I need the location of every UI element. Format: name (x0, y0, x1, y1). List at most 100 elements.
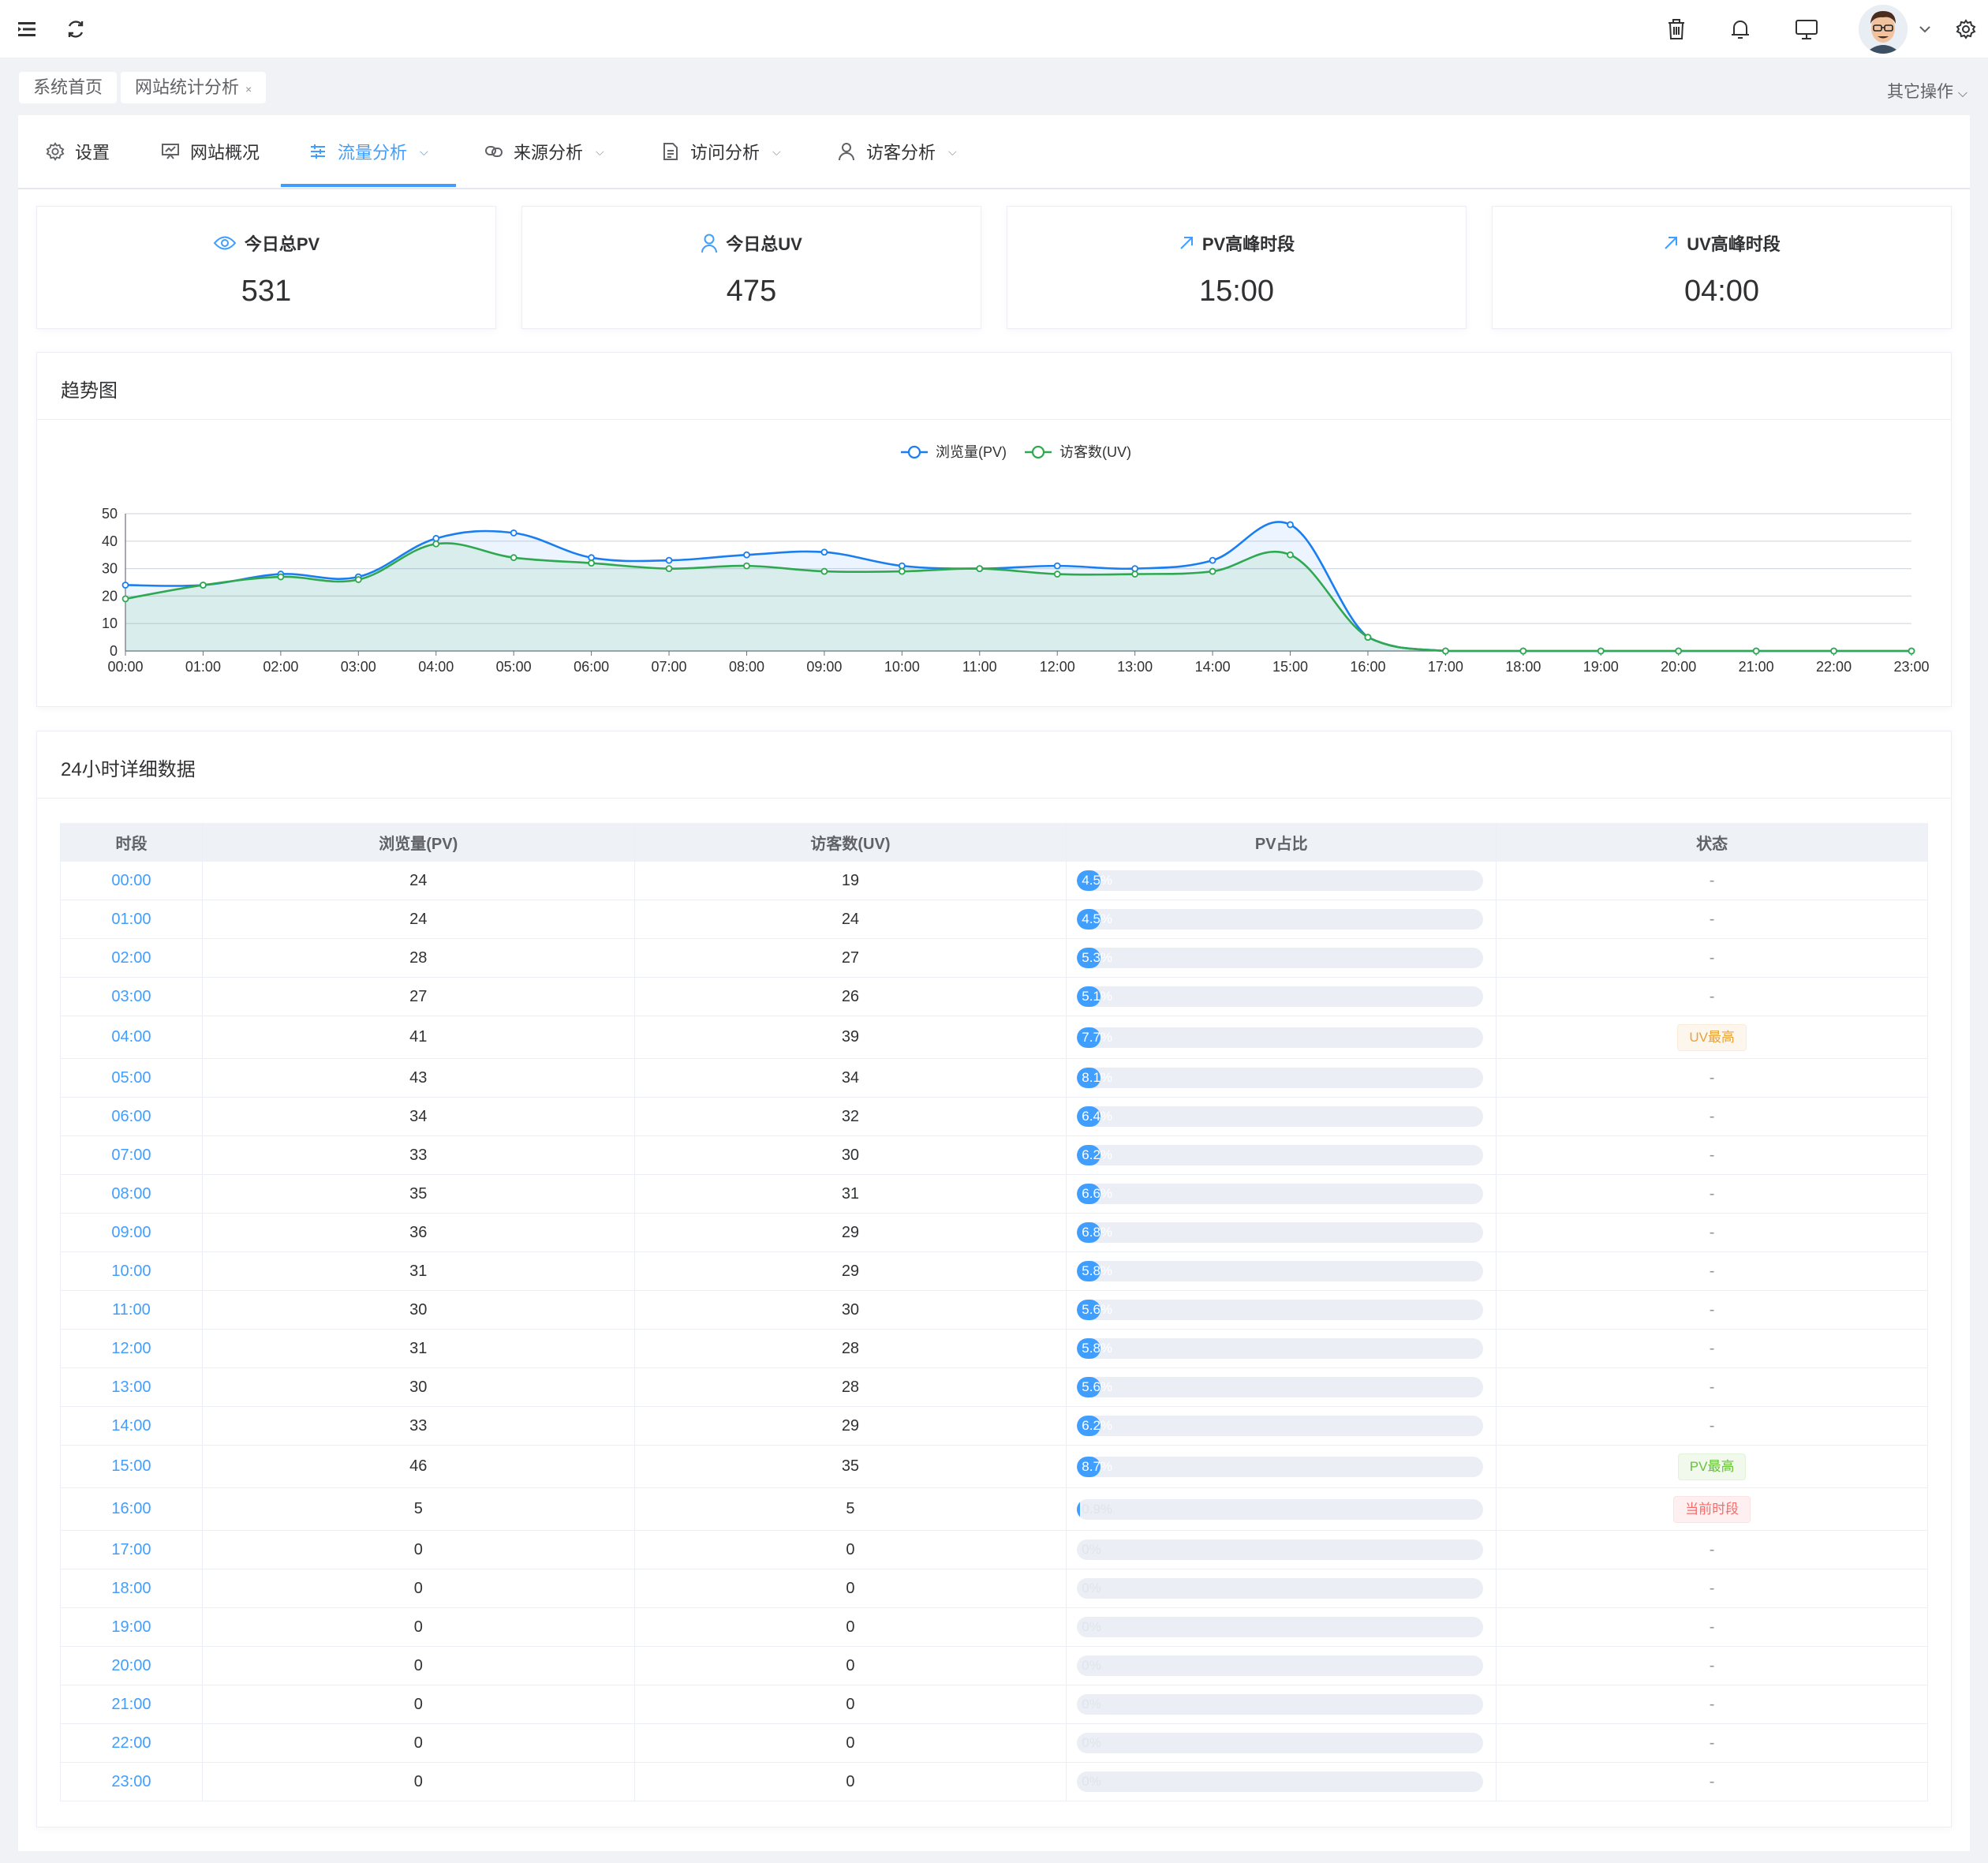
progress-bar: 6.8% (1077, 1222, 1484, 1243)
pv-cell: 46 (202, 1445, 635, 1488)
x-tick-label: 20:00 (1661, 659, 1696, 675)
chevron-down-icon: ⌵ (1957, 87, 1967, 100)
progress-text: 5.8% (1082, 1263, 1113, 1278)
tab-visit-analysis[interactable]: 访问分析 ⌵ (660, 115, 781, 188)
monitor-icon[interactable] (1791, 13, 1822, 45)
progress-bar: 5.6% (1077, 1300, 1484, 1320)
column-header: 浏览量(PV) (202, 823, 635, 862)
y-tick-label: 30 (102, 561, 118, 577)
detail-table: 时段 浏览量(PV) 访客数(UV) PV占比 状态 00:00 24 19 4.5%… (60, 823, 1928, 1801)
detail-title: 24小时详细数据 (61, 759, 196, 780)
refresh-icon[interactable] (60, 13, 92, 45)
status-text: - (1709, 1339, 1715, 1357)
uv-cell: 29 (634, 1213, 1067, 1252)
tag-home[interactable]: 系统首页 (19, 72, 118, 103)
table-row: 06:00 34 32 6.4% - (60, 1097, 1928, 1136)
time-cell: 02:00 (60, 938, 203, 978)
x-tick-label: 21:00 (1739, 659, 1774, 675)
data-point (1908, 647, 1915, 655)
data-point (277, 573, 285, 581)
pv-cell: 0 (202, 1685, 635, 1724)
uv-cell: 19 (634, 862, 1067, 900)
data-point (1752, 647, 1760, 655)
menu-fold-icon[interactable] (13, 13, 44, 45)
pv-ratio-cell: 5.6% (1066, 1290, 1497, 1330)
column-header: 状态 (1496, 823, 1928, 862)
stat-label: 今日总PV (244, 234, 320, 254)
stat-label: PV高峰时段 (1201, 234, 1295, 254)
data-point (1364, 634, 1372, 642)
uv-cell: 39 (634, 1016, 1067, 1059)
trash-icon[interactable] (1661, 13, 1692, 45)
status-cell: - (1496, 1406, 1928, 1446)
status-text: - (1709, 1772, 1715, 1790)
progress-bar: 0% (1077, 1771, 1484, 1792)
progress-text: 4.5% (1082, 911, 1113, 926)
pv-cell: 27 (202, 977, 635, 1016)
data-point (1053, 570, 1061, 578)
time-cell: 15:00 (60, 1445, 203, 1488)
pv-cell: 41 (202, 1016, 635, 1059)
eye-icon (213, 234, 237, 252)
data-point (743, 551, 750, 559)
tab-visitor-analysis[interactable]: 访客分析 ⌵ (836, 115, 957, 188)
uv-cell: 30 (634, 1135, 1067, 1175)
progress-bar: 5.3% (1077, 948, 1484, 968)
status-text: - (1709, 1223, 1715, 1241)
uv-cell: 0 (634, 1685, 1067, 1724)
tab-label: 来源分析 (514, 143, 584, 163)
table-row: 19:00 0 0 0% - (60, 1607, 1928, 1647)
data-point (588, 559, 596, 567)
status-text: - (1709, 1579, 1715, 1597)
status-text: - (1709, 871, 1715, 889)
stat-label: UV高峰时段 (1687, 234, 1781, 254)
tab-overview[interactable]: 网站概况 (160, 115, 260, 188)
progress-text: 0% (1082, 1658, 1101, 1673)
bell-icon[interactable] (1725, 13, 1756, 45)
progress-text: 6.4% (1082, 1109, 1113, 1124)
progress-text: 0% (1082, 1735, 1101, 1750)
time-cell: 20:00 (60, 1646, 203, 1685)
tab-source-analysis[interactable]: 来源分析 ⌵ (484, 115, 604, 188)
x-tick-label: 08:00 (729, 659, 764, 675)
chevron-down-icon: ⌵ (772, 144, 781, 158)
pv-ratio-cell: 0% (1066, 1607, 1497, 1647)
data-point (665, 565, 673, 573)
progress-text: 5.3% (1082, 950, 1113, 965)
status-text: - (1709, 1695, 1715, 1713)
series-area (125, 543, 1911, 651)
data-point (1209, 567, 1216, 575)
pv-cell: 31 (202, 1251, 635, 1291)
chevron-down-icon[interactable] (1909, 13, 1941, 45)
pv-ratio-cell: 7.7% (1066, 1016, 1497, 1059)
stat-value: 531 (241, 275, 292, 308)
status-cell: - (1496, 1762, 1928, 1801)
table-row: 05:00 43 34 8.1% - (60, 1058, 1928, 1098)
progress-text: 0.9% (1082, 1501, 1113, 1517)
progress-bar: 8.1% (1077, 1068, 1484, 1088)
x-tick-label: 09:00 (806, 659, 842, 675)
table-row: 16:00 5 5 0.9% 当前时段 (60, 1487, 1928, 1531)
data-point (354, 576, 362, 583)
table-row: 14:00 33 29 6.2% - (60, 1406, 1928, 1446)
tab-traffic-analysis[interactable]: 流量分析 ⌵ (308, 115, 428, 188)
avatar[interactable] (1859, 5, 1908, 54)
tag-site-analytics[interactable]: 网站统计分析 × (121, 72, 267, 103)
time-cell: 16:00 (60, 1487, 203, 1531)
status-cell: - (1496, 1135, 1928, 1175)
close-icon[interactable]: × (245, 83, 252, 95)
y-tick-label: 50 (102, 506, 118, 522)
x-tick-label: 17:00 (1428, 659, 1463, 675)
progress-bar: 6.2% (1077, 1145, 1484, 1165)
status-cell: - (1496, 1174, 1928, 1214)
trend-card: 趋势图 0 10 20 30 40 50 00:00 01:00 02:00 03:00 04:00… (36, 352, 1952, 707)
gear-icon[interactable] (1950, 13, 1982, 45)
data-point (898, 567, 906, 575)
main-panel: 设置 网站概况 流量分析 ⌵ 来源分析 ⌵ 访问分析 ⌵ 访客分析 ⌵ 今日总P… (18, 115, 1970, 1851)
pv-cell: 28 (202, 938, 635, 978)
arrow-up-right-icon (1179, 235, 1194, 251)
other-operations-dropdown[interactable]: 其它操作 ⌵ (1887, 79, 1967, 103)
data-point (1597, 647, 1605, 655)
progress-text: 0% (1082, 1619, 1101, 1634)
tab-settings[interactable]: 设置 (45, 115, 110, 188)
